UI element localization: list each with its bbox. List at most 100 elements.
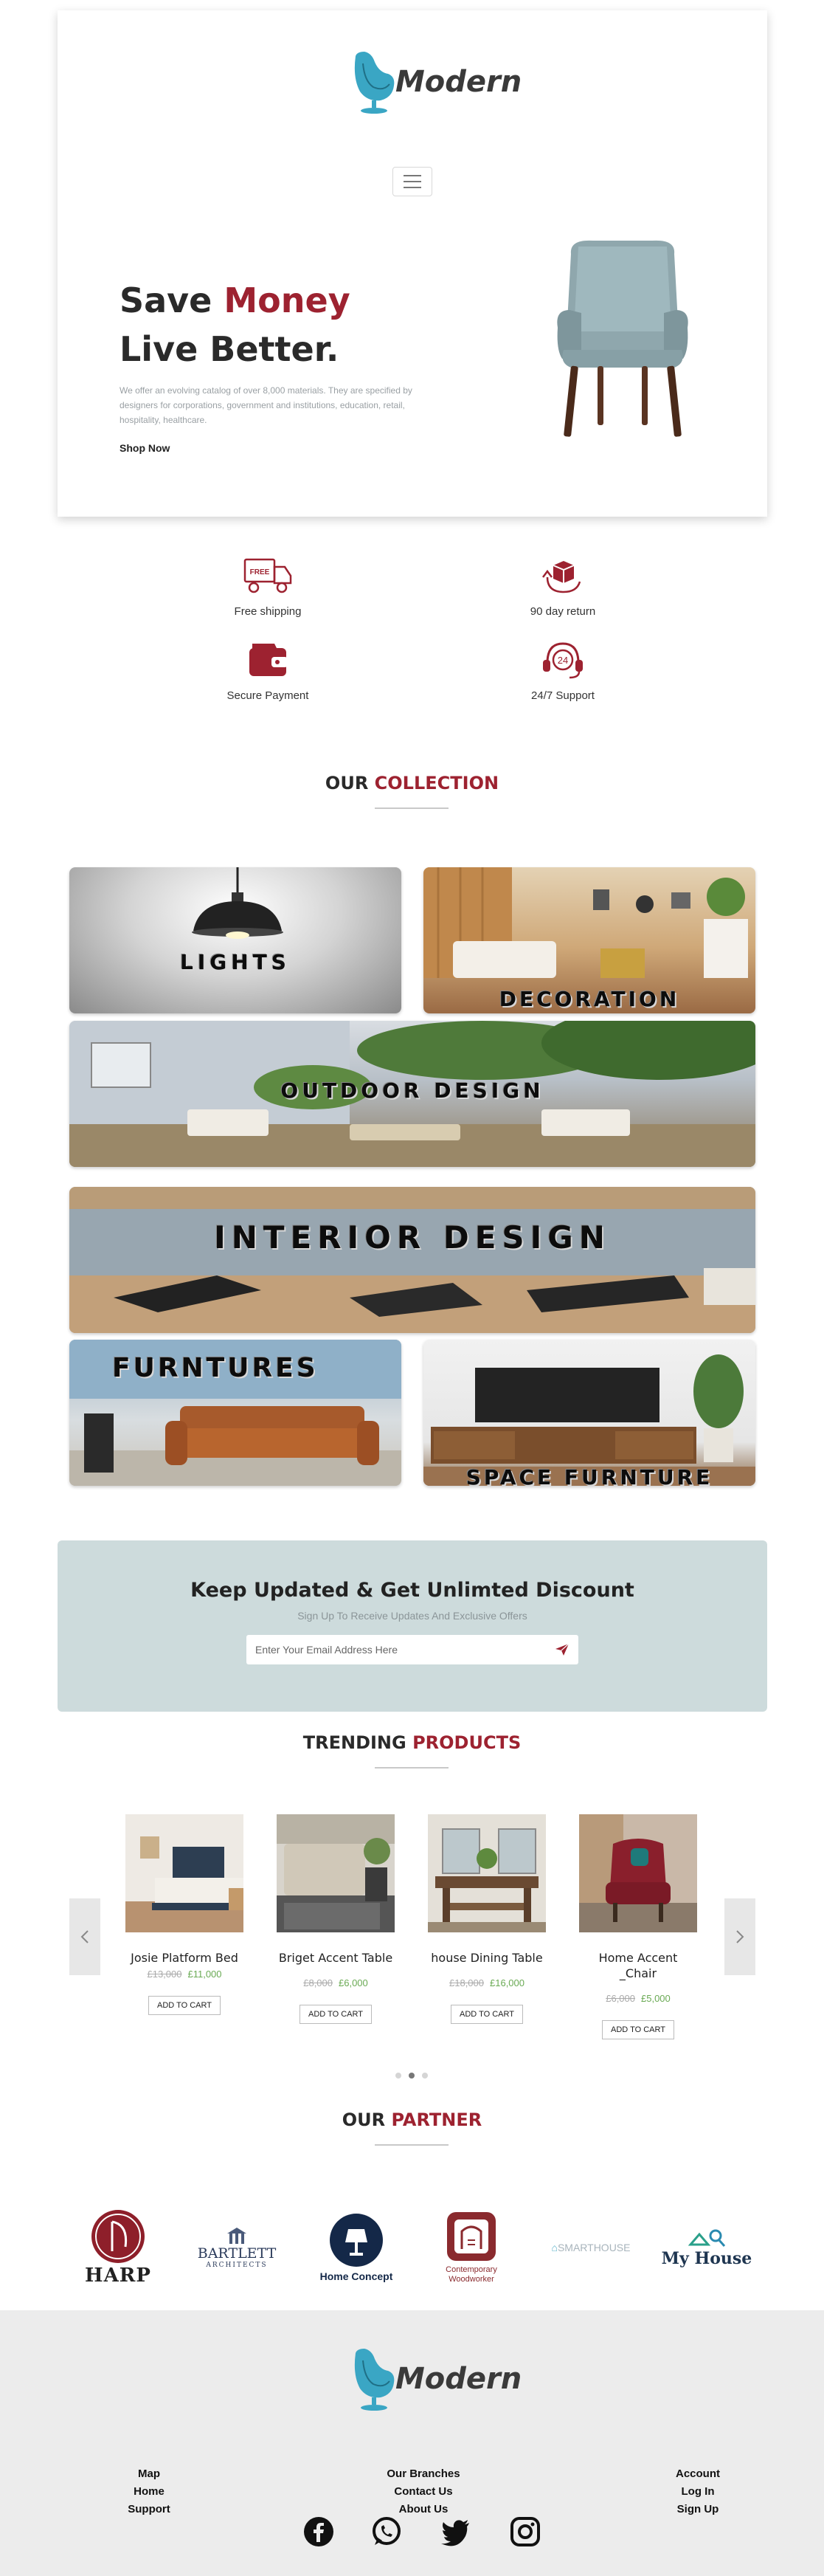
- footer-link-support[interactable]: Support: [68, 2501, 230, 2518]
- 24-badge: 24: [558, 655, 568, 666]
- tile-label: SPACE FURNTURE: [465, 1465, 713, 1486]
- footer-link-branches[interactable]: Our Branches: [342, 2465, 505, 2483]
- collection-tile-interior-design[interactable]: INTERIOR DESIGN: [69, 1187, 755, 1333]
- wallet-icon: [249, 644, 288, 676]
- carousel-next-button[interactable]: [724, 1898, 755, 1975]
- partner-logo-bartlett[interactable]: BARTLETT ARCHITECTS: [189, 2207, 285, 2288]
- egg-chair-logo-icon: [354, 52, 395, 114]
- product-card[interactable]: Briget Accent Table £8,000 £6,000 ADD TO …: [277, 1814, 395, 2024]
- site-footer: Modern Map Home Support Our Branches Con…: [0, 2310, 824, 2576]
- footer-link-contact[interactable]: Contact Us: [342, 2483, 505, 2501]
- footer-brand-logo[interactable]: Modern: [351, 2346, 522, 2412]
- product-image[interactable]: [277, 1814, 395, 1932]
- headline-accent: Money: [224, 280, 350, 320]
- partner-name: HARP: [85, 2265, 151, 2287]
- accent-table-image: [277, 1814, 395, 1932]
- product-name[interactable]: Josie Platform Bed: [125, 1950, 243, 1966]
- shop-now-link[interactable]: Shop Now: [120, 442, 170, 454]
- collection-tile-furntures[interactable]: FURNTURES: [69, 1340, 401, 1486]
- title-underline: [375, 1767, 449, 1769]
- footer-link-about[interactable]: About Us: [342, 2501, 505, 2518]
- carousel-prev-button[interactable]: [69, 1898, 100, 1975]
- sale-price: £5,000: [641, 1993, 671, 2004]
- product-name[interactable]: Home Accent _Chair: [579, 1950, 697, 1981]
- building-logo-icon: [227, 2228, 246, 2244]
- collection-tile-outdoor-design[interactable]: OUTDOOR DESIGN: [69, 1021, 755, 1167]
- menu-line: [404, 187, 421, 188]
- add-to-cart-button[interactable]: ADD TO CART: [602, 2020, 674, 2039]
- chevron-left-icon: [80, 1930, 89, 1943]
- hero-headline: Save Money Live Better.: [120, 276, 350, 373]
- menu-line: [404, 175, 421, 176]
- paper-plane-icon: [555, 1643, 569, 1656]
- tile-label: OUTDOOR DESIGN: [280, 1078, 544, 1103]
- partner-logo-contemporary-woodworker[interactable]: Contemporary Woodworker: [431, 2207, 512, 2288]
- footer-col-1: Map Home Support: [68, 2465, 230, 2518]
- old-price: £18,000: [449, 1977, 484, 1988]
- product-image[interactable]: [579, 1814, 697, 1932]
- price-row: £8,000 £6,000: [277, 1977, 395, 1988]
- product-name[interactable]: Briget Accent Table: [277, 1950, 395, 1966]
- tile-label: FURNTURES: [112, 1353, 319, 1383]
- partner-logo-my-house[interactable]: My House: [655, 2207, 758, 2288]
- collection-title: OUR COLLECTION: [0, 773, 824, 793]
- add-to-cart-button[interactable]: ADD TO CART: [148, 1996, 221, 2015]
- old-price: £8,000: [303, 1977, 333, 1988]
- footer-link-login[interactable]: Log In: [617, 2483, 779, 2501]
- footer-link-account[interactable]: Account: [617, 2465, 779, 2483]
- email-input[interactable]: [246, 1635, 546, 1664]
- newsletter-subtitle: Sign Up To Receive Updates And Exclusive…: [297, 1610, 527, 1622]
- hamburger-menu-button[interactable]: [392, 167, 432, 196]
- product-card[interactable]: Josie Platform Bed £13,000 £11,000 ADD TO…: [125, 1814, 243, 2015]
- title-underline: [375, 807, 449, 809]
- partner-logo-home-concept[interactable]: Home Concept: [308, 2207, 404, 2288]
- old-price: £6,000: [606, 1993, 635, 2004]
- partner-logo-harp[interactable]: HARP: [74, 2207, 162, 2288]
- title-underline: [375, 2144, 449, 2146]
- footer-link-signup[interactable]: Sign Up: [617, 2501, 779, 2518]
- carousel-dot[interactable]: [422, 2073, 428, 2079]
- product-image[interactable]: [125, 1814, 243, 1932]
- feature-secure-payment: Secure Payment: [172, 639, 364, 702]
- facebook-icon[interactable]: [302, 2515, 335, 2548]
- hero-chair-image: [557, 240, 688, 437]
- instagram-icon[interactable]: [509, 2515, 541, 2548]
- brand-logo[interactable]: Modern: [351, 49, 522, 115]
- collection-tile-space-furnture[interactable]: SPACE FURNTURE: [423, 1340, 755, 1486]
- footer-link-home[interactable]: Home: [68, 2483, 230, 2501]
- product-name[interactable]: house Dining Table: [428, 1950, 546, 1966]
- sale-price: £6,000: [339, 1977, 368, 1988]
- send-button[interactable]: [546, 1635, 578, 1664]
- add-to-cart-button[interactable]: ADD TO CART: [451, 2005, 523, 2024]
- partner-name-text: SMARTHOUSE: [557, 2242, 631, 2253]
- headline-line2: Live Better.: [120, 329, 339, 369]
- tile-label: INTERIOR DESIGN: [214, 1219, 611, 1256]
- sale-price: £11,000: [187, 1969, 222, 1980]
- footer-link-map[interactable]: Map: [68, 2465, 230, 2483]
- woodworker-logo-icon: [447, 2212, 496, 2261]
- add-to-cart-button[interactable]: ADD TO CART: [300, 2005, 372, 2024]
- partner-title: OUR PARTNER: [0, 2110, 824, 2130]
- collection-tile-decoration[interactable]: DECORATION: [423, 867, 755, 1013]
- partner-name: BARTLETT: [197, 2245, 277, 2262]
- title-accent: COLLECTION: [374, 773, 499, 793]
- tile-label: DECORATION: [499, 987, 680, 1011]
- product-image[interactable]: [428, 1814, 546, 1932]
- feature-label: 24/7 Support: [531, 689, 595, 702]
- product-card[interactable]: house Dining Table £18,000 £16,000 ADD TO…: [428, 1814, 546, 2024]
- partner-name: Home Concept: [319, 2270, 393, 2282]
- product-card[interactable]: Home Accent _Chair £6,000 £5,000 ADD TO C…: [579, 1814, 697, 2039]
- harp-logo-icon: [91, 2210, 145, 2263]
- carousel-dot-active[interactable]: [409, 2073, 415, 2079]
- carousel-dot[interactable]: [395, 2073, 401, 2079]
- price-row: £6,000 £5,000: [579, 1993, 697, 2004]
- twitter-icon[interactable]: [440, 2515, 472, 2548]
- partner-logo-smarthouse[interactable]: ⌂SMARTHOUSE: [544, 2207, 637, 2288]
- accent-chair-image: [579, 1814, 697, 1932]
- title-plain: OUR: [342, 2110, 386, 2130]
- lounge-image: [69, 1187, 755, 1333]
- feature-label: 90 day return: [530, 605, 596, 618]
- collection-tile-lights[interactable]: LIGHTS: [69, 867, 401, 1013]
- menu-line: [404, 181, 421, 182]
- whatsapp-icon[interactable]: [370, 2515, 403, 2548]
